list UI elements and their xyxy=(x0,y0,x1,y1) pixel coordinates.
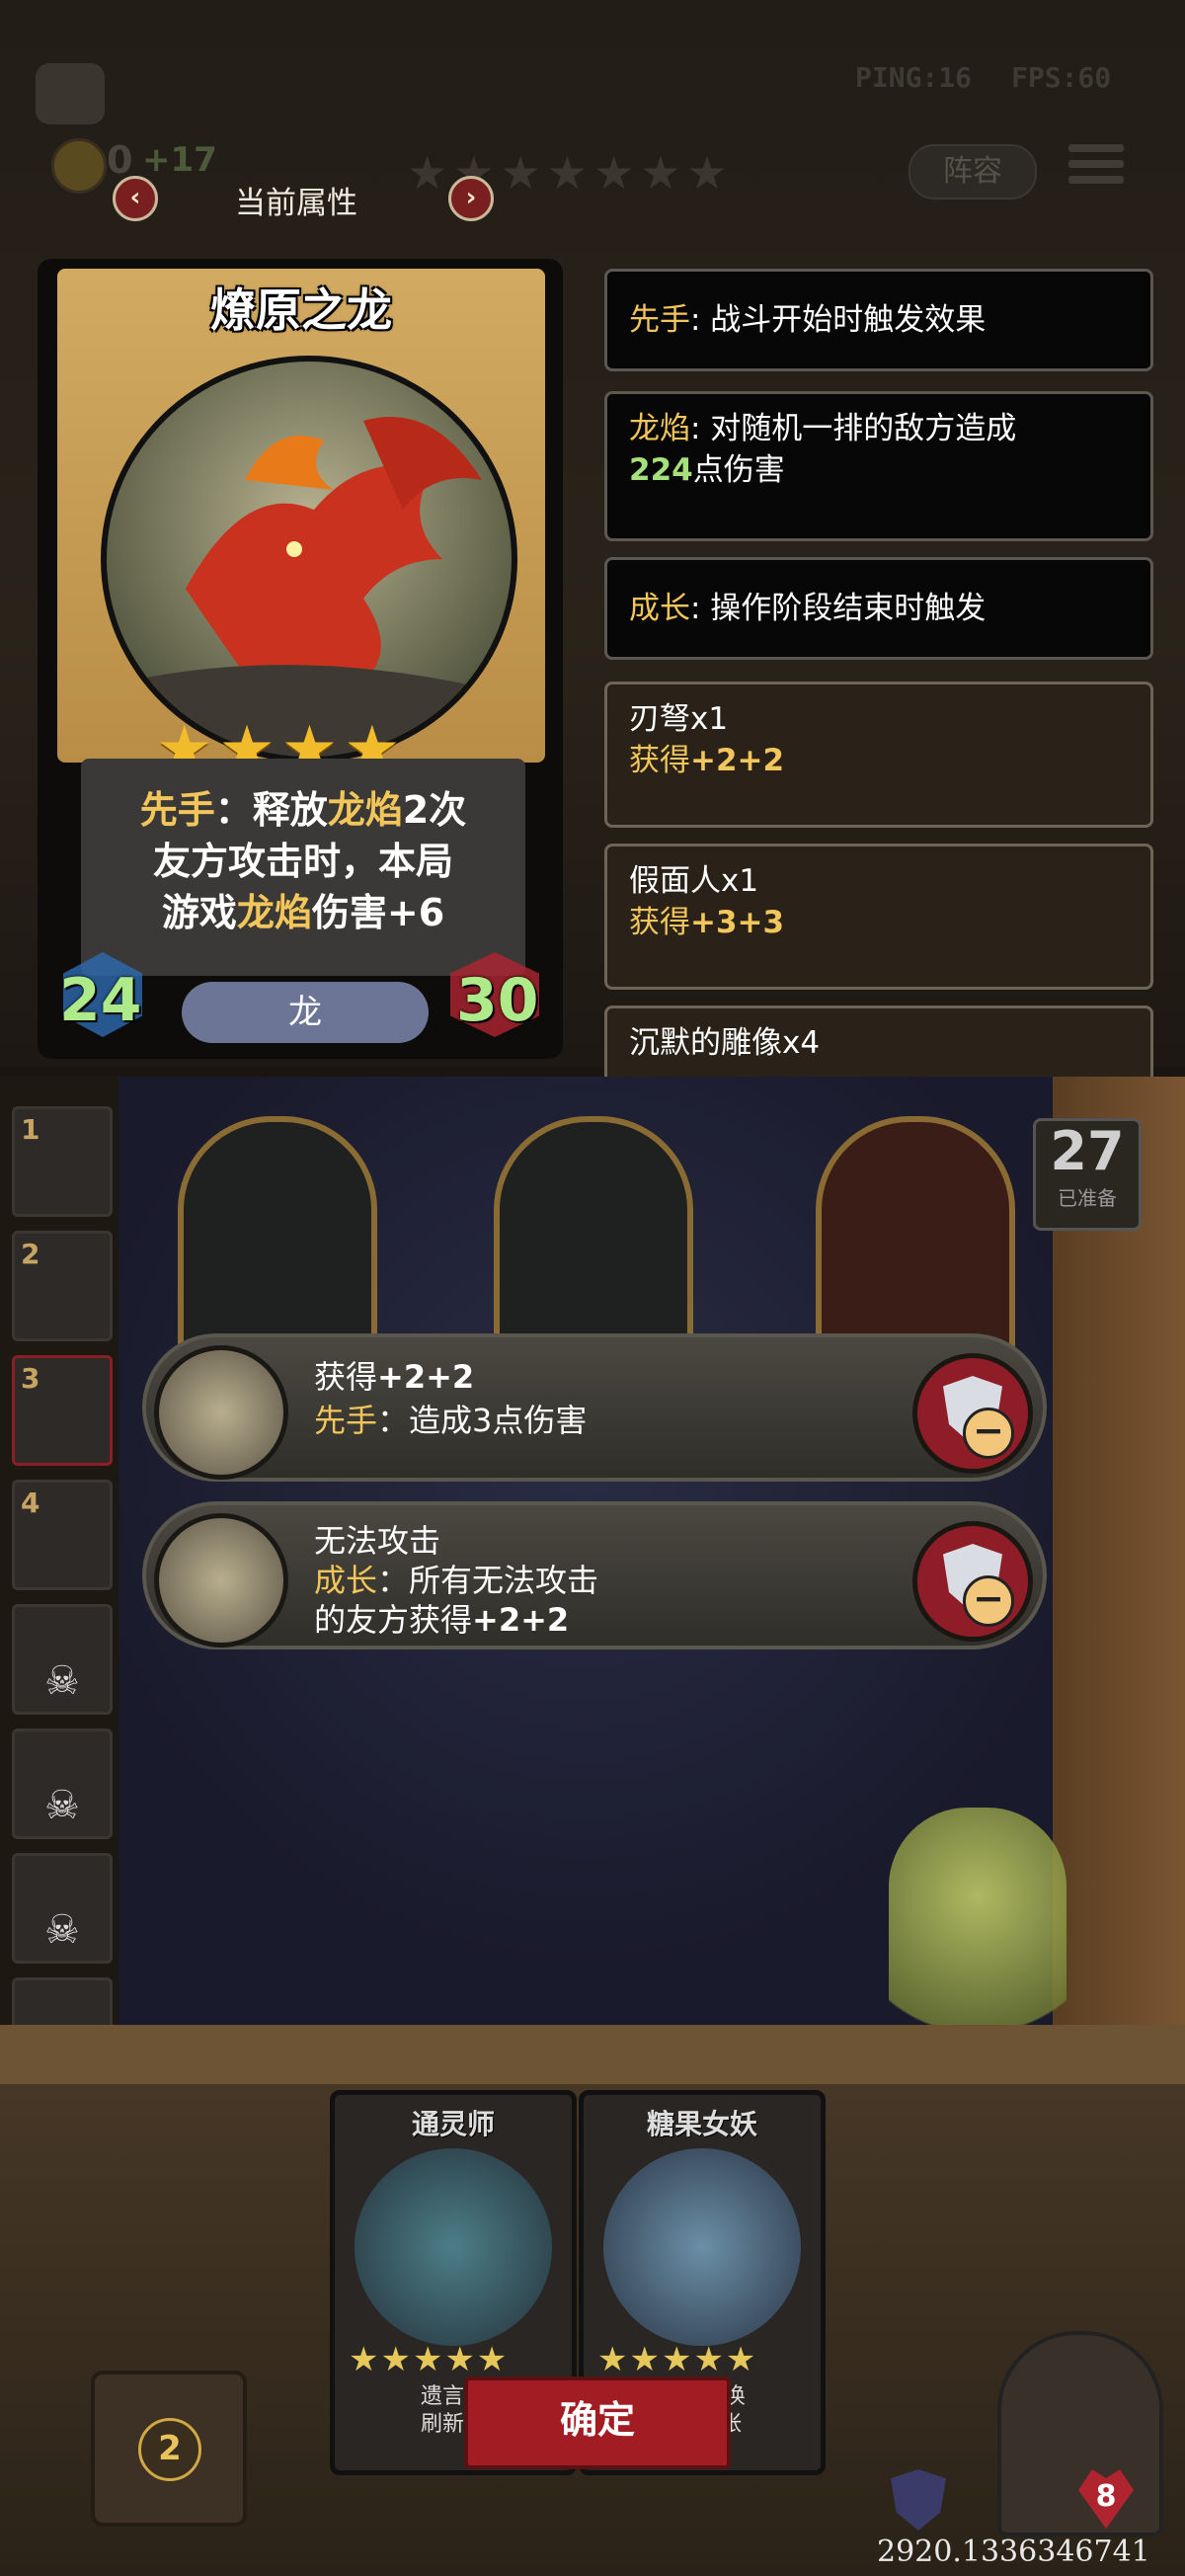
board-unit-frame[interactable] xyxy=(494,1116,693,1355)
buff-gain-label: 获得 xyxy=(629,905,690,940)
popup-text: ：造成3点伤害 xyxy=(377,1402,588,1439)
lineup-button[interactable]: 阵容 xyxy=(908,144,1037,200)
effect-damage-value: 224 xyxy=(629,452,693,488)
buff-name: 刃弩x1 xyxy=(629,701,729,737)
gold-gain: +17 xyxy=(142,140,217,180)
eliminated-slot[interactable]: ☠ xyxy=(12,1604,113,1715)
board-unit-frame-dragon[interactable] xyxy=(816,1116,1015,1355)
menu-icon[interactable] xyxy=(1068,144,1124,194)
prev-arrow-button[interactable]: ‹ xyxy=(113,176,158,221)
debug-coordinates: 2920.1336346741 xyxy=(877,2535,1150,2569)
crossbow-unit-icon xyxy=(154,1345,288,1480)
buff-source-item: 无法攻击 成长：所有无法攻击 的友方获得+2+2 − xyxy=(142,1501,1047,1650)
effect-keyword: 成长 xyxy=(629,591,690,626)
desc-text: 游戏 xyxy=(161,891,237,934)
effect-panel-growth: 成长: 操作阶段结束时触发 xyxy=(604,557,1153,660)
popup-keyword: 先手 xyxy=(314,1402,378,1439)
effect-text: : 对随机一排的敌方造成 xyxy=(690,411,1017,446)
effect-keyword: 先手 xyxy=(629,302,690,338)
hand-card-stars: ★★★★★ xyxy=(349,2340,510,2379)
remove-buff-button[interactable]: − xyxy=(912,1353,1033,1474)
hero-portrait[interactable] xyxy=(997,2331,1163,2536)
buff-name: 假面人x1 xyxy=(629,863,759,899)
effect-text: : 操作阶段结束时触发 xyxy=(690,591,987,626)
skull-icon: ☠ xyxy=(44,1907,80,1953)
card-name: 燎原之龙 xyxy=(210,283,392,337)
gold-count: 0 xyxy=(107,138,133,182)
board-unit-frame[interactable] xyxy=(178,1116,377,1355)
statue-unit-icon xyxy=(154,1513,288,1648)
dragon-portrait xyxy=(101,356,517,763)
keyword-dragonflame: 龙焰 xyxy=(327,788,403,832)
eliminated-slot[interactable]: ☠ xyxy=(12,1853,113,1964)
keyword-dragonflame: 龙焰 xyxy=(236,891,312,934)
buff-name: 沉默的雕像x4 xyxy=(629,1025,821,1061)
table-edge xyxy=(0,2025,1185,2084)
popup-keyword: 成长 xyxy=(314,1562,378,1599)
buff-gain-label: 获得 xyxy=(629,743,690,778)
hand-card-stars: ★★★★★ xyxy=(597,2340,758,2379)
health-value: 30 xyxy=(456,966,539,1035)
confirm-button[interactable]: 确定 xyxy=(464,2376,731,2469)
shop-level: 2 xyxy=(138,2418,201,2481)
buff-source-text: 无法攻击 成长：所有无法攻击 的友方获得+2+2 xyxy=(314,1521,598,1640)
hand-card-name: 糖果女妖 xyxy=(646,2108,757,2140)
slot-number: 4 xyxy=(21,1487,40,1519)
slot-number: 2 xyxy=(21,1238,40,1270)
hand-card-portrait xyxy=(355,2148,552,2346)
hand-card-name: 通灵师 xyxy=(411,2108,495,2140)
buff-source-item: 获得+2+2 先手：造成3点伤害 − xyxy=(142,1333,1047,1482)
popup-gain: +2+2 xyxy=(472,1601,570,1639)
fps-readout: FPS:60 xyxy=(1011,61,1112,94)
next-arrow-button[interactable]: › xyxy=(448,176,494,221)
popup-text: 无法攻击 xyxy=(314,1522,441,1560)
effect-text: : 战斗开始时触发效果 xyxy=(690,302,987,338)
attack-value: 24 xyxy=(59,966,142,1035)
buff-gain-value: +3+3 xyxy=(690,905,785,940)
effect-keyword: 龙焰 xyxy=(629,411,690,446)
skull-icon: ☠ xyxy=(44,1658,80,1704)
remove-buff-button[interactable]: − xyxy=(912,1521,1033,1642)
ready-count: 27 xyxy=(1050,1120,1125,1182)
buff-panel-statue: 沉默的雕像x4 xyxy=(604,1006,1153,1085)
tribe-label: 龙 xyxy=(182,982,429,1043)
desc-text: ：释放 xyxy=(214,788,328,832)
minus-icon: − xyxy=(963,1575,1014,1627)
dragon-illustration xyxy=(146,417,482,757)
popup-gain: +2+2 xyxy=(377,1358,475,1396)
player-slot-4[interactable]: 4 xyxy=(12,1480,113,1590)
desc-line-2: 友方攻击时，本局 xyxy=(152,840,453,883)
buff-gain-value: +2+2 xyxy=(690,743,785,778)
ready-counter: 27 已准备 xyxy=(1033,1118,1142,1231)
chat-icon[interactable] xyxy=(36,63,105,124)
hand-card-portrait xyxy=(603,2148,801,2346)
effect-panel-dragonflame: 龙焰: 对随机一排的敌方造成 224点伤害 xyxy=(604,391,1153,541)
player-slot-3[interactable]: 3 xyxy=(12,1355,113,1466)
desc-text: 伤害+6 xyxy=(311,891,445,934)
player-slot-2[interactable]: 2 xyxy=(12,1231,113,1341)
player-slot-1[interactable]: 1 xyxy=(12,1106,113,1217)
popup-text: ：所有无法攻击 xyxy=(377,1562,599,1599)
popup-text: 的友方获得 xyxy=(314,1601,473,1639)
effect-suffix: 点伤害 xyxy=(692,452,785,488)
card-description: 先手：释放龙焰2次 友方攻击时，本局 游戏龙焰伤害+6 xyxy=(81,784,525,938)
ready-label: 已准备 xyxy=(1058,1186,1117,1210)
slot-number: 1 xyxy=(21,1113,40,1146)
keyword-first-strike: 先手 xyxy=(139,788,215,832)
popup-text: 获得 xyxy=(314,1358,378,1396)
attributes-title: 当前属性 xyxy=(235,186,357,221)
slot-number: 3 xyxy=(21,1362,40,1395)
coin-icon xyxy=(51,138,107,194)
eliminated-slot[interactable]: ☠ xyxy=(12,1729,113,1839)
buff-panel-crossbow: 刃弩x1 获得+2+2 xyxy=(604,682,1153,828)
desc-text: 2次 xyxy=(402,788,467,832)
buff-panel-masked: 假面人x1 获得+3+3 xyxy=(604,844,1153,990)
effect-panel-first-strike: 先手: 战斗开始时触发效果 xyxy=(604,269,1153,371)
buff-source-text: 获得+2+2 先手：造成3点伤害 xyxy=(314,1355,587,1442)
minus-icon: − xyxy=(963,1408,1014,1459)
ping-readout: PING:16 xyxy=(855,61,973,94)
skull-icon: ☠ xyxy=(44,1783,80,1828)
